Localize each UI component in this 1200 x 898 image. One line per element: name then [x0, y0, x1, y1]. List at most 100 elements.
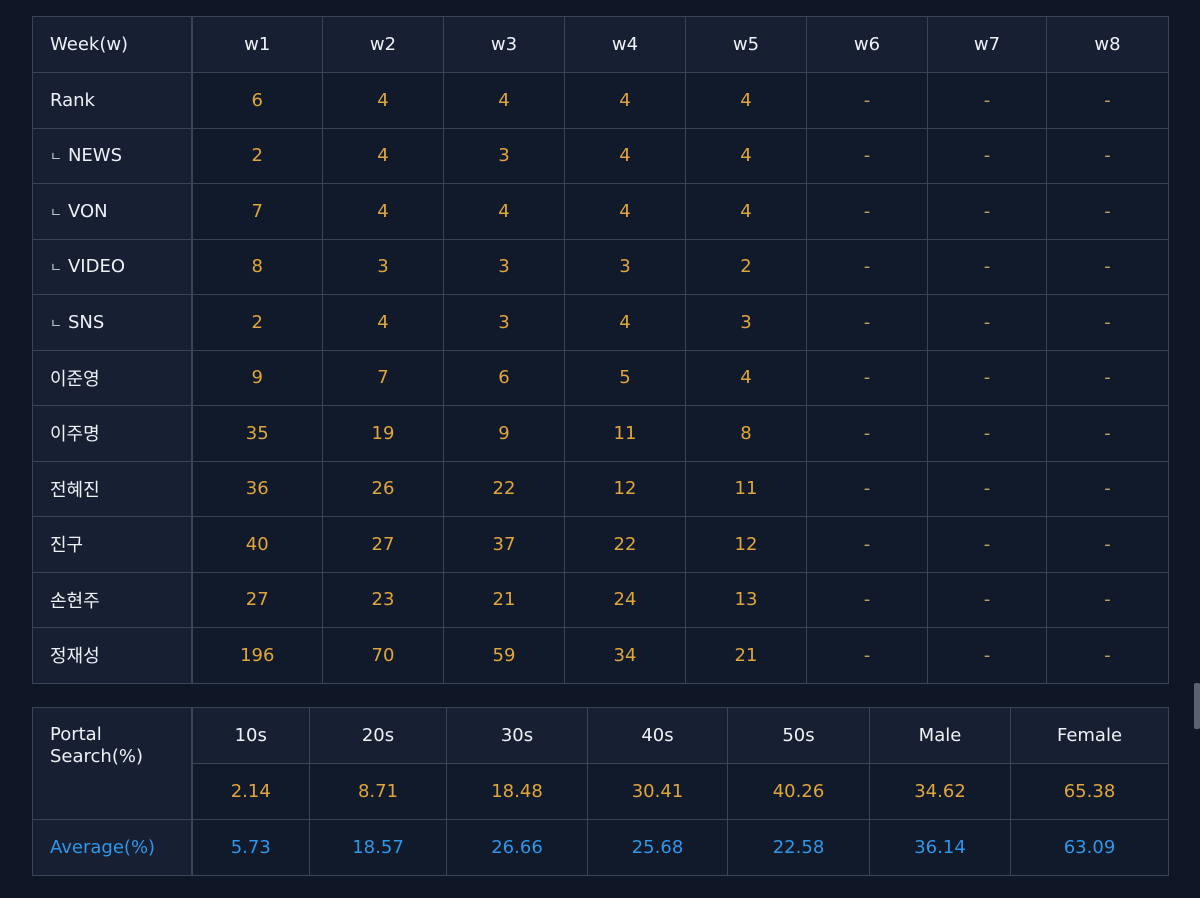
week-value-cell: -: [1046, 516, 1169, 573]
row-label-text: 진구: [50, 535, 84, 557]
week-value-cell: -: [927, 460, 1047, 517]
sub-item-marker: ㄴ: [50, 261, 62, 277]
week-value-cell: -: [927, 349, 1047, 406]
week-value-cell: 13: [685, 571, 807, 628]
week-value-cell: 4: [685, 127, 807, 184]
portal-search-label: Portal Search(%): [32, 707, 193, 820]
week-value-cell: 3: [443, 238, 565, 295]
weekly-header-row: Week(w) w1 w2 w3 w4 w5 w6 w7 w8: [32, 16, 1169, 73]
demo-col-30s: 30s: [446, 707, 588, 764]
week-value-cell: -: [927, 183, 1047, 240]
week-value-cell: -: [927, 516, 1047, 573]
row-label: 전혜진: [32, 460, 193, 517]
week-value-cell: -: [1046, 627, 1169, 684]
demo-col-50s: 50s: [727, 707, 870, 764]
scrollbar-thumb[interactable]: [1194, 683, 1200, 729]
week-value-cell: 19: [322, 405, 444, 462]
week-value-cell: 27: [322, 516, 444, 573]
row-label: ㄴ SNS: [32, 294, 193, 351]
row-label: ㄴ NEWS: [32, 127, 193, 184]
week-value-cell: -: [1046, 294, 1169, 351]
week-value-cell: 3: [443, 127, 565, 184]
week-value-cell: -: [806, 294, 928, 351]
demographics-header-row: Portal Search(%) 10s 20s 30s 40s 50s Mal…: [32, 707, 1169, 820]
week-value-cell: 35: [191, 405, 323, 462]
row-label-text: NEWS: [67, 145, 123, 167]
portal-value-20s: 8.71: [309, 763, 447, 820]
week-value-cell: 4: [685, 183, 807, 240]
demo-col-male: Male: [869, 707, 1011, 764]
average-value-50s: 22.58: [727, 819, 870, 876]
week-value-cell: -: [927, 627, 1047, 684]
week-value-cell: -: [806, 183, 928, 240]
week-value-cell: 21: [443, 571, 565, 628]
row-label: 정재성: [32, 627, 193, 684]
week-value-cell: 5: [564, 349, 686, 406]
portal-value-50s: 40.26: [727, 763, 870, 820]
row-label-text: 이준영: [50, 368, 100, 390]
row-label-text: Rank: [50, 89, 95, 111]
row-label-text: VON: [67, 200, 108, 222]
average-row: Average(%) 5.73 18.57 26.66 25.68 22.58 …: [32, 819, 1169, 876]
week-value-cell: 4: [322, 72, 444, 129]
portal-value-30s: 18.48: [446, 763, 588, 820]
week-value-cell: 24: [564, 571, 686, 628]
week-col-w1: w1: [191, 16, 323, 73]
portal-search-label-line1: Portal: [50, 724, 102, 745]
week-col-w3: w3: [443, 16, 565, 73]
week-value-cell: 70: [322, 627, 444, 684]
week-col-w8: w8: [1046, 16, 1169, 73]
week-value-cell: 4: [322, 127, 444, 184]
week-value-cell: 26: [322, 460, 444, 517]
week-value-cell: -: [1046, 72, 1169, 129]
week-col-w2: w2: [322, 16, 444, 73]
average-value-10s: 5.73: [191, 819, 310, 876]
week-value-cell: -: [806, 405, 928, 462]
week-value-cell: -: [927, 571, 1047, 628]
week-value-cell: 4: [685, 72, 807, 129]
week-value-cell: -: [1046, 405, 1169, 462]
week-value-cell: 21: [685, 627, 807, 684]
week-value-cell: 196: [191, 627, 323, 684]
demo-col-10s: 10s: [191, 707, 310, 764]
week-value-cell: 11: [685, 460, 807, 517]
average-value-female: 63.09: [1010, 819, 1169, 876]
portal-value-10s: 2.14: [191, 763, 310, 820]
table-row: 이준영 9 7 6 5 4- - -: [32, 349, 1169, 406]
weekly-rank-table: Week(w) w1 w2 w3 w4 w5 w6 w7 w8 Rank 6 4 4 4…: [32, 16, 1169, 684]
week-value-cell: 9: [443, 405, 565, 462]
week-value-cell: 22: [564, 516, 686, 573]
week-value-cell: 27: [191, 571, 323, 628]
week-value-cell: -: [927, 405, 1047, 462]
week-value-cell: 3: [322, 238, 444, 295]
demo-col-20s: 20s: [309, 707, 447, 764]
row-label-text: 정재성: [50, 646, 100, 668]
average-value-40s: 25.68: [587, 819, 728, 876]
week-value-cell: 8: [191, 238, 323, 295]
row-label-text: SNS: [67, 311, 105, 333]
portal-value-female: 65.38: [1010, 763, 1169, 820]
week-value-cell: 6: [191, 72, 323, 129]
week-value-cell: 11: [564, 405, 686, 462]
week-value-cell: -: [1046, 127, 1169, 184]
week-value-cell: 36: [191, 460, 323, 517]
week-value-cell: 40: [191, 516, 323, 573]
row-label-text: 이주명: [50, 424, 100, 446]
weekly-body: Rank 6 4 4 4 4- - - ㄴ NEWS 2 4 3 4 4- - - ㄴ VON 7 4 4 4 4- - - ㄴ VI…: [32, 72, 1169, 684]
row-label: 손현주: [32, 571, 193, 628]
week-value-cell: 8: [685, 405, 807, 462]
week-value-cell: 4: [685, 349, 807, 406]
sub-item-marker: ㄴ: [50, 205, 62, 221]
week-col-w6: w6: [806, 16, 928, 73]
week-col-w5: w5: [685, 16, 807, 73]
week-value-cell: 3: [564, 238, 686, 295]
week-value-cell: 12: [685, 516, 807, 573]
table-row: ㄴ SNS 2 4 3 4 3- - -: [32, 294, 1169, 351]
row-label: 이주명: [32, 405, 193, 462]
week-value-cell: -: [806, 127, 928, 184]
week-value-cell: 2: [191, 127, 323, 184]
week-value-cell: 37: [443, 516, 565, 573]
week-value-cell: -: [1046, 183, 1169, 240]
week-value-cell: -: [927, 238, 1047, 295]
week-value-cell: -: [806, 627, 928, 684]
